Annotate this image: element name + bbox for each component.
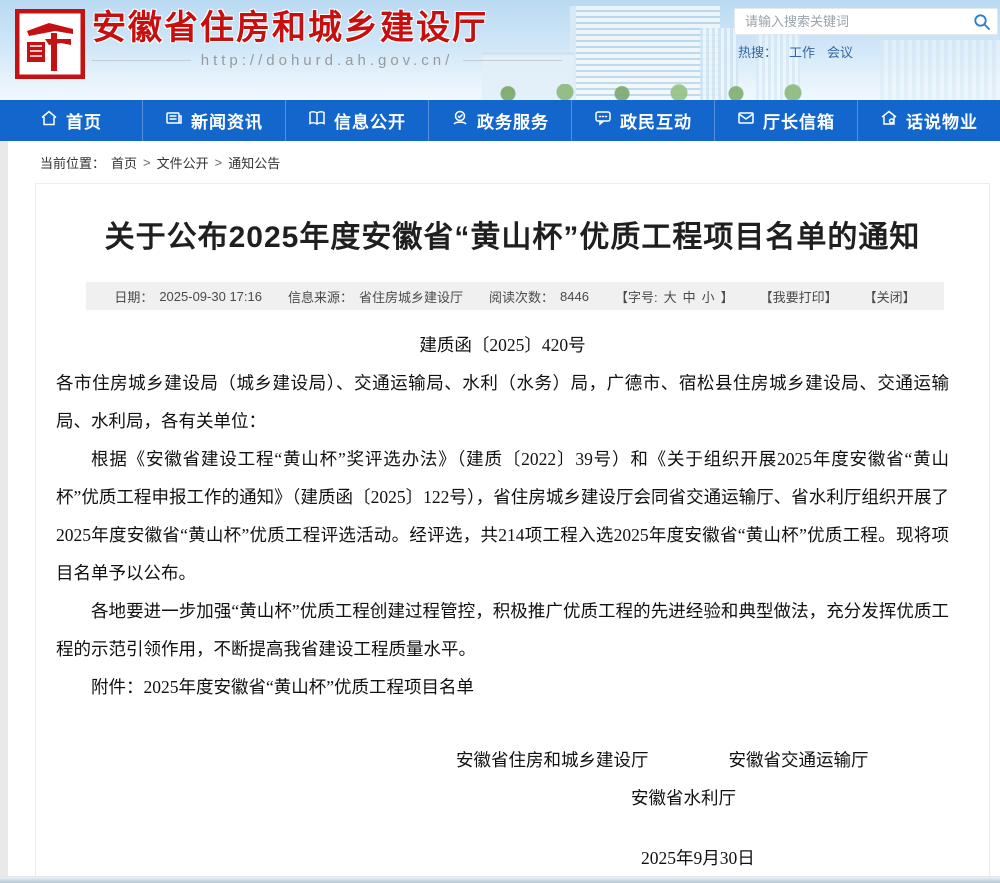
site-url: http://dohurd.ah.gov.cn/ (92, 52, 562, 69)
search-box (734, 8, 998, 35)
service-icon (451, 109, 469, 132)
header-trees-illustration (470, 84, 850, 100)
print-button[interactable]: 【我要打印】 (760, 287, 838, 306)
breadcrumb: 当前位置： 首页 > 文件公开 > 通知公告 (0, 148, 1000, 176)
breadcrumb-home[interactable]: 首页 (111, 153, 137, 172)
meta-fontsize-prefix: 【字号: (615, 287, 658, 306)
breadcrumb-separator: > (215, 155, 223, 170)
document-paragraph: 各市住房城乡建设局（城乡建设局）、交通运输局、水利（水务）局，广德市、宿松县住房… (56, 364, 949, 440)
document-number: 建质函〔2025〕420号 (56, 326, 949, 364)
nav-item-label: 首页 (66, 108, 102, 133)
nav-item-property[interactable]: 话说物业 (858, 100, 1000, 141)
breadcrumb-separator: > (143, 155, 151, 170)
article-panel: 关于公布2025年度安徽省“黄山杯”优质工程项目名单的通知 日期： 2025-09… (35, 183, 990, 883)
article-title: 关于公布2025年度安徽省“黄山杯”优质工程项目名单的通知 (36, 184, 989, 258)
main-nav: 首页 新闻资讯 信息公开 政务服务 (0, 100, 1000, 141)
page: 安徽省住房和城乡建设厅 http://dohurd.ah.gov.cn/ 热搜：… (0, 0, 1000, 883)
home-icon (40, 109, 58, 132)
article-meta-bar: 日期： 2025-09-30 17:16 信息来源： 省住房城乡建设厅 阅读次数： 8… (86, 282, 944, 310)
mailbox-icon (737, 109, 755, 132)
hot-search-link-work[interactable]: 工作 (789, 42, 815, 61)
font-size-large-button[interactable]: 大 (664, 287, 677, 306)
horizontal-scrollbar[interactable] (0, 876, 1000, 883)
font-size-small-button[interactable]: 小 (702, 287, 715, 306)
nav-item-info[interactable]: 信息公开 (286, 100, 429, 141)
search-icon[interactable] (973, 13, 991, 31)
breadcrumb-files[interactable]: 文件公开 (157, 153, 209, 172)
nav-item-news[interactable]: 新闻资讯 (143, 100, 286, 141)
site-title: 安徽省住房和城乡建设厅 (92, 8, 562, 48)
signature-transport-dept: 安徽省交通运输厅 (729, 741, 869, 779)
signature-row: 安徽省水利厅 (631, 779, 949, 817)
page-edge-strip (0, 141, 8, 883)
nav-item-label: 新闻资讯 (191, 108, 263, 133)
meta-views-value: 8446 (560, 289, 589, 304)
attachment-line[interactable]: 附件：2025年度安徽省“黄山杯”优质工程项目名单 (56, 668, 949, 706)
nav-item-label: 信息公开 (334, 108, 406, 133)
breadcrumb-notices[interactable]: 通知公告 (228, 153, 280, 172)
nav-item-mailbox[interactable]: 厅长信箱 (715, 100, 858, 141)
hot-search-link-meeting[interactable]: 会议 (827, 42, 853, 61)
site-header: 安徽省住房和城乡建设厅 http://dohurd.ah.gov.cn/ 热搜：… (0, 0, 1000, 100)
nav-item-label: 厅长信箱 (763, 108, 835, 133)
hot-search: 热搜： 工作 会议 (734, 42, 998, 61)
nav-item-label: 话说物业 (906, 108, 978, 133)
nav-item-service[interactable]: 政务服务 (429, 100, 572, 141)
search-area: 热搜： 工作 会议 (734, 8, 998, 61)
meta-date-label: 日期： (114, 287, 153, 306)
signature-housing-dept: 安徽省住房和城乡建设厅 (456, 741, 649, 779)
signature-row: 安徽省住房和城乡建设厅 安徽省交通运输厅 (456, 741, 949, 779)
document-date: 2025年9月30日 (641, 839, 949, 877)
property-icon (880, 109, 898, 132)
nav-item-interaction[interactable]: 政民互动 (572, 100, 715, 141)
meta-source-value: 省住房城乡建设厅 (359, 287, 463, 306)
meta-fontsize-suffix: 】 (721, 287, 734, 306)
meta-date-value: 2025-09-30 17:16 (159, 289, 262, 304)
nav-item-label: 政民互动 (620, 108, 692, 133)
meta-source-label: 信息来源： (288, 287, 353, 306)
site-url-text: http://dohurd.ah.gov.cn/ (201, 52, 454, 69)
document-paragraph: 根据《安徽省建设工程“黄山杯”奖评选办法》（建质〔2022〕39号）和《关于组织… (56, 440, 949, 592)
document-body: 建质函〔2025〕420号 各市住房城乡建设局（城乡建设局）、交通运输局、水利（… (56, 326, 949, 883)
info-book-icon (308, 109, 326, 132)
hot-search-label: 热搜： (738, 42, 777, 61)
site-brand: 安徽省住房和城乡建设厅 http://dohurd.ah.gov.cn/ (92, 8, 562, 69)
breadcrumb-label: 当前位置： (40, 153, 105, 172)
signature-water-dept: 安徽省水利厅 (631, 788, 736, 808)
chat-icon (594, 109, 612, 132)
close-button[interactable]: 【关闭】 (864, 287, 916, 306)
document-paragraph: 各地要进一步加强“黄山杯”优质工程创建过程管控，积极推广优质工程的先进经验和典型… (56, 592, 949, 668)
font-size-medium-button[interactable]: 中 (683, 287, 696, 306)
news-icon (165, 109, 183, 132)
nav-item-home[interactable]: 首页 (0, 100, 143, 141)
nav-item-label: 政务服务 (477, 108, 549, 133)
meta-views-label: 阅读次数： (489, 287, 554, 306)
search-input[interactable] (735, 14, 997, 29)
site-logo-seal (15, 9, 85, 79)
